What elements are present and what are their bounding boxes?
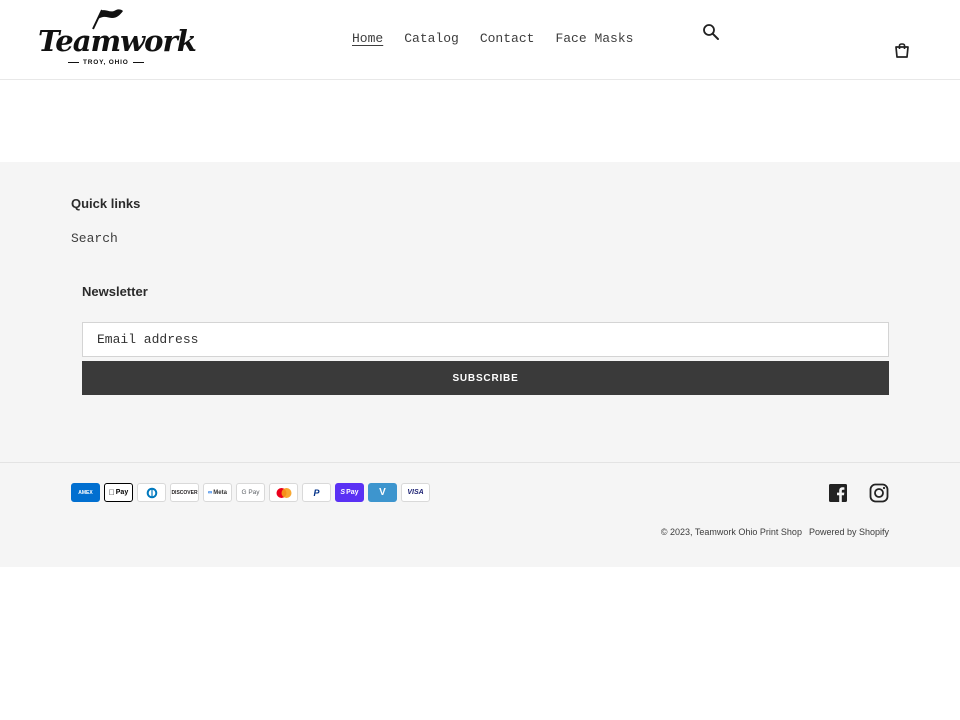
- nav-home[interactable]: Home: [352, 31, 383, 46]
- logo[interactable]: Teamwork TROY, OHIO: [38, 8, 197, 70]
- cart-icon[interactable]: [893, 41, 911, 59]
- shop-pay-label: Pay: [346, 489, 359, 496]
- nav-contact[interactable]: Contact: [480, 31, 535, 46]
- powered-by-link[interactable]: Powered by Shopify: [809, 527, 889, 537]
- logo-location: TROY, OHIO: [64, 59, 148, 66]
- facebook-icon[interactable]: [828, 483, 848, 503]
- instagram-icon[interactable]: [869, 483, 889, 503]
- meta-pay-icon: ∞ Meta: [203, 483, 232, 502]
- shop-pay-icon: S Pay: [335, 483, 364, 502]
- apple-pay-icon: Pay: [104, 483, 133, 502]
- email-input[interactable]: [82, 322, 889, 357]
- google-pay-icon: G Pay: [236, 483, 265, 502]
- discover-icon: DISCOVER: [170, 483, 199, 502]
- site-header: Teamwork TROY, OHIO Home Catalog Contact…: [0, 0, 960, 80]
- apple-pay-label: Pay: [112, 489, 128, 496]
- mastercard-icon: [269, 483, 298, 502]
- nav-face-masks[interactable]: Face Masks: [555, 31, 633, 46]
- visa-icon: VISA: [401, 483, 430, 502]
- footer-divider: [0, 462, 960, 463]
- site-footer: Quick links Search Newsletter SUBSCRIBE …: [0, 162, 960, 567]
- amex-icon: AMEX: [71, 483, 100, 502]
- logo-wordmark: Teamwork: [38, 24, 197, 58]
- subscribe-button[interactable]: SUBSCRIBE: [82, 361, 889, 395]
- nav-catalog[interactable]: Catalog: [404, 31, 459, 46]
- paypal-icon: P: [302, 483, 331, 502]
- meta-pay-label: Meta: [213, 489, 227, 496]
- search-icon[interactable]: [702, 23, 720, 41]
- copyright-text[interactable]: © 2023, Teamwork Ohio Print Shop: [661, 527, 802, 537]
- quick-link-search[interactable]: Search: [71, 231, 118, 246]
- payment-methods: AMEX Pay DISCOVER ∞Meta G Pay P SPay V …: [71, 483, 430, 502]
- diners-club-icon: [137, 483, 166, 502]
- main-nav: Home Catalog Contact Face Masks: [352, 31, 633, 46]
- quick-links-heading: Quick links: [71, 196, 141, 211]
- copyright: © 2023, Teamwork Ohio Print Shop Powered …: [657, 527, 889, 537]
- newsletter-heading: Newsletter: [82, 284, 148, 299]
- venmo-icon: V: [368, 483, 397, 502]
